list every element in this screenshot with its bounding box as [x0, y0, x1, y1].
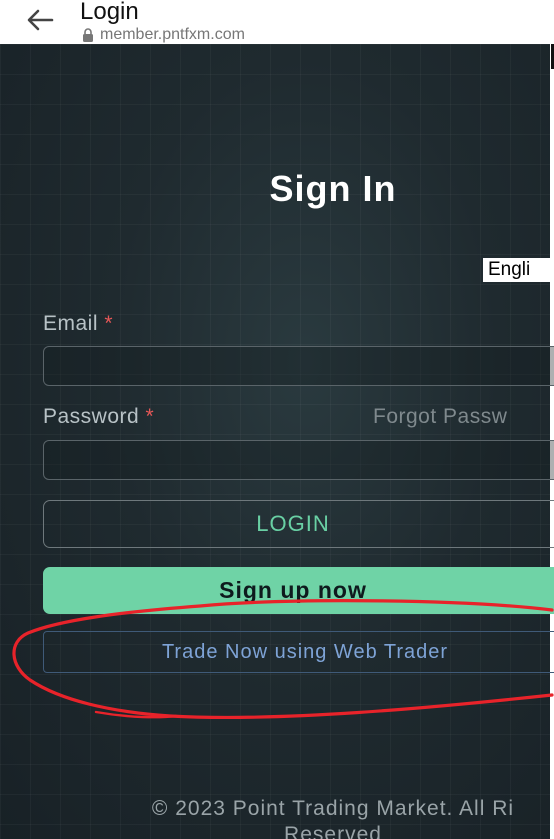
login-button[interactable]: LOGIN	[43, 500, 554, 548]
email-label: Email *	[43, 312, 113, 336]
language-select[interactable]: Engli	[483, 258, 551, 282]
email-input[interactable]	[43, 346, 554, 386]
back-arrow-icon[interactable]	[24, 6, 56, 34]
signin-heading: Sign In	[269, 168, 397, 209]
password-required-mark: *	[145, 405, 155, 428]
forgot-password-link[interactable]: Forgot Passw	[373, 405, 507, 429]
password-label-text: Password	[43, 405, 140, 428]
page-title: Login	[80, 0, 139, 25]
password-input[interactable]	[43, 440, 554, 480]
footer-copyright: © 2023 Point Trading Market. All Ri Rese…	[0, 796, 554, 839]
footer-line-1: © 2023 Point Trading Market. All Ri	[151, 797, 515, 820]
password-label: Password *	[43, 405, 154, 429]
web-trader-button[interactable]: Trade Now using Web Trader	[43, 631, 554, 673]
browser-toolbar: Login member.pntfxm.com	[0, 0, 554, 44]
url-text: member.pntfxm.com	[100, 26, 245, 43]
lock-icon	[83, 28, 93, 42]
email-label-text: Email	[43, 312, 99, 335]
web-content: Sign In Engli Email * Password * Forgot …	[0, 44, 554, 839]
signup-button[interactable]: Sign up now	[43, 567, 554, 614]
url-bar[interactable]: member.pntfxm.com	[82, 26, 245, 44]
footer-line-2: Reserved	[284, 823, 382, 839]
email-required-mark: *	[104, 312, 114, 335]
